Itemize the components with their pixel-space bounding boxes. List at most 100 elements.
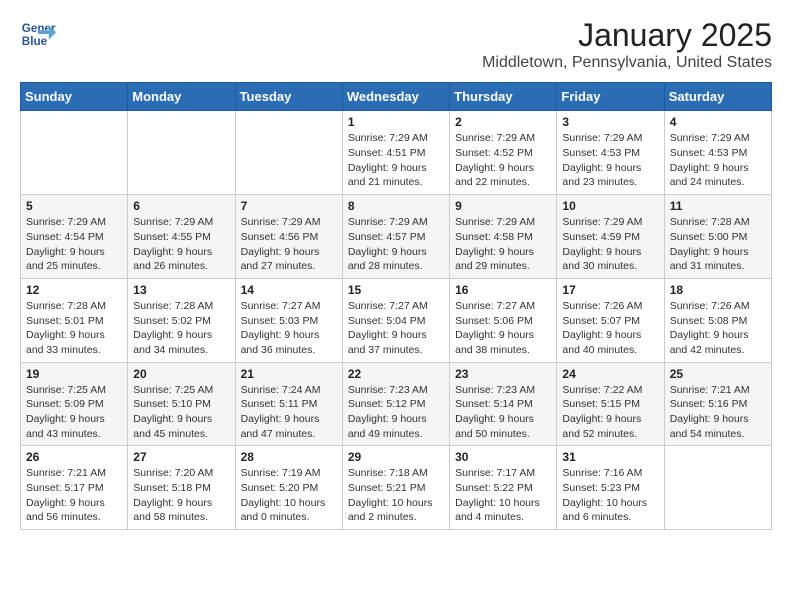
page-header: General Blue January 2025 Middletown, Pe… — [20, 16, 772, 72]
day-info: Sunrise: 7:29 AMSunset: 4:52 PMDaylight:… — [455, 131, 551, 190]
table-row: 1 Sunrise: 7:29 AMSunset: 4:51 PMDaylight… — [342, 111, 449, 195]
day-number: 22 — [348, 367, 444, 381]
day-info: Sunrise: 7:29 AMSunset: 4:55 PMDaylight:… — [133, 215, 229, 274]
table-row: 31Sunrise: 7:16 AMSunset: 5:23 PMDayligh… — [557, 446, 664, 530]
calendar-week-row: 12Sunrise: 7:28 AMSunset: 5:01 PMDayligh… — [21, 278, 772, 362]
table-row: 13 Sunrise: 7:28 AMSunset: 5:02 PMDayligh… — [128, 278, 235, 362]
table-row: 30 Sunrise: 7:17 AMSunset: 5:22 PMDayligh… — [450, 446, 557, 530]
header-sunday: Sunday — [21, 83, 128, 111]
title-block: January 2025 Middletown, Pennsylvania, U… — [482, 16, 772, 72]
day-number: 28 — [241, 450, 337, 464]
day-info: Sunrise: 7:26 AMSunset: 5:07 PMDaylight:… — [562, 299, 658, 358]
table-row: 12Sunrise: 7:28 AMSunset: 5:01 PMDayligh… — [21, 278, 128, 362]
day-info: Sunrise: 7:25 AMSunset: 5:10 PMDaylight:… — [133, 383, 229, 442]
day-number: 26 — [26, 450, 122, 464]
day-info: Sunrise: 7:22 AMSunset: 5:15 PMDaylight:… — [562, 383, 658, 442]
day-number: 6 — [133, 199, 229, 213]
calendar-week-row: 1 Sunrise: 7:29 AMSunset: 4:51 PMDaylight… — [21, 111, 772, 195]
day-number: 5 — [26, 199, 122, 213]
day-number: 29 — [348, 450, 444, 464]
header-thursday: Thursday — [450, 83, 557, 111]
day-number: 17 — [562, 283, 658, 297]
table-row: 22Sunrise: 7:23 AMSunset: 5:12 PMDayligh… — [342, 362, 449, 446]
table-row: 14 Sunrise: 7:27 AMSunset: 5:03 PMDayligh… — [235, 278, 342, 362]
day-number: 30 — [455, 450, 551, 464]
table-row: 25 Sunrise: 7:21 AMSunset: 5:16 PMDayligh… — [664, 362, 771, 446]
day-info: Sunrise: 7:29 AMSunset: 4:53 PMDaylight:… — [670, 131, 766, 190]
day-info: Sunrise: 7:27 AMSunset: 5:03 PMDaylight:… — [241, 299, 337, 358]
day-number: 25 — [670, 367, 766, 381]
calendar-week-row: 26 Sunrise: 7:21 AMSunset: 5:17 PMDayligh… — [21, 446, 772, 530]
day-info: Sunrise: 7:25 AMSunset: 5:09 PMDaylight:… — [26, 383, 122, 442]
day-info: Sunrise: 7:17 AMSunset: 5:22 PMDaylight:… — [455, 466, 551, 525]
day-info: Sunrise: 7:23 AMSunset: 5:14 PMDaylight:… — [455, 383, 551, 442]
day-number: 12 — [26, 283, 122, 297]
day-number: 13 — [133, 283, 229, 297]
table-row — [21, 111, 128, 195]
day-number: 20 — [133, 367, 229, 381]
day-number: 16 — [455, 283, 551, 297]
day-number: 8 — [348, 199, 444, 213]
day-info: Sunrise: 7:29 AMSunset: 4:53 PMDaylight:… — [562, 131, 658, 190]
table-row: 5 Sunrise: 7:29 AMSunset: 4:54 PMDaylight… — [21, 195, 128, 279]
day-info: Sunrise: 7:28 AMSunset: 5:00 PMDaylight:… — [670, 215, 766, 274]
calendar-title: January 2025 — [482, 16, 772, 54]
day-info: Sunrise: 7:29 AMSunset: 4:57 PMDaylight:… — [348, 215, 444, 274]
day-number: 15 — [348, 283, 444, 297]
table-row: 19 Sunrise: 7:25 AMSunset: 5:09 PMDayligh… — [21, 362, 128, 446]
day-number: 21 — [241, 367, 337, 381]
table-row: 6 Sunrise: 7:29 AMSunset: 4:55 PMDaylight… — [128, 195, 235, 279]
table-row — [128, 111, 235, 195]
header-saturday: Saturday — [664, 83, 771, 111]
table-row: 15 Sunrise: 7:27 AMSunset: 5:04 PMDayligh… — [342, 278, 449, 362]
day-number: 2 — [455, 115, 551, 129]
table-row: 18Sunrise: 7:26 AMSunset: 5:08 PMDayligh… — [664, 278, 771, 362]
table-row: 2 Sunrise: 7:29 AMSunset: 4:52 PMDaylight… — [450, 111, 557, 195]
header-wednesday: Wednesday — [342, 83, 449, 111]
table-row: 3 Sunrise: 7:29 AMSunset: 4:53 PMDaylight… — [557, 111, 664, 195]
day-info: Sunrise: 7:18 AMSunset: 5:21 PMDaylight:… — [348, 466, 444, 525]
day-number: 14 — [241, 283, 337, 297]
table-row: 10 Sunrise: 7:29 AMSunset: 4:59 PMDayligh… — [557, 195, 664, 279]
table-row: 29 Sunrise: 7:18 AMSunset: 5:21 PMDayligh… — [342, 446, 449, 530]
table-row: 21Sunrise: 7:24 AMSunset: 5:11 PMDayligh… — [235, 362, 342, 446]
day-info: Sunrise: 7:29 AMSunset: 4:58 PMDaylight:… — [455, 215, 551, 274]
day-number: 1 — [348, 115, 444, 129]
day-number: 23 — [455, 367, 551, 381]
svg-text:Blue: Blue — [22, 35, 48, 48]
table-row: 27Sunrise: 7:20 AMSunset: 5:18 PMDayligh… — [128, 446, 235, 530]
day-number: 19 — [26, 367, 122, 381]
day-info: Sunrise: 7:29 AMSunset: 4:59 PMDaylight:… — [562, 215, 658, 274]
day-info: Sunrise: 7:21 AMSunset: 5:16 PMDaylight:… — [670, 383, 766, 442]
calendar-table: Sunday Monday Tuesday Wednesday Thursday… — [20, 82, 772, 530]
day-info: Sunrise: 7:29 AMSunset: 4:56 PMDaylight:… — [241, 215, 337, 274]
table-row: 20 Sunrise: 7:25 AMSunset: 5:10 PMDayligh… — [128, 362, 235, 446]
day-number: 10 — [562, 199, 658, 213]
day-info: Sunrise: 7:27 AMSunset: 5:06 PMDaylight:… — [455, 299, 551, 358]
day-number: 7 — [241, 199, 337, 213]
table-row: 24Sunrise: 7:22 AMSunset: 5:15 PMDayligh… — [557, 362, 664, 446]
header-tuesday: Tuesday — [235, 83, 342, 111]
day-number: 4 — [670, 115, 766, 129]
day-info: Sunrise: 7:29 AMSunset: 4:54 PMDaylight:… — [26, 215, 122, 274]
table-row: 28 Sunrise: 7:19 AMSunset: 5:20 PMDayligh… — [235, 446, 342, 530]
table-row: 26 Sunrise: 7:21 AMSunset: 5:17 PMDayligh… — [21, 446, 128, 530]
weekday-header-row: Sunday Monday Tuesday Wednesday Thursday… — [21, 83, 772, 111]
table-row: 16 Sunrise: 7:27 AMSunset: 5:06 PMDayligh… — [450, 278, 557, 362]
day-info: Sunrise: 7:28 AMSunset: 5:02 PMDaylight:… — [133, 299, 229, 358]
table-row: 23 Sunrise: 7:23 AMSunset: 5:14 PMDayligh… — [450, 362, 557, 446]
day-number: 11 — [670, 199, 766, 213]
header-friday: Friday — [557, 83, 664, 111]
day-number: 3 — [562, 115, 658, 129]
calendar-week-row: 5 Sunrise: 7:29 AMSunset: 4:54 PMDaylight… — [21, 195, 772, 279]
day-info: Sunrise: 7:27 AMSunset: 5:04 PMDaylight:… — [348, 299, 444, 358]
day-info: Sunrise: 7:19 AMSunset: 5:20 PMDaylight:… — [241, 466, 337, 525]
day-number: 9 — [455, 199, 551, 213]
table-row: 8 Sunrise: 7:29 AMSunset: 4:57 PMDaylight… — [342, 195, 449, 279]
day-info: Sunrise: 7:16 AMSunset: 5:23 PMDaylight:… — [562, 466, 658, 525]
day-info: Sunrise: 7:29 AMSunset: 4:51 PMDaylight:… — [348, 131, 444, 190]
day-info: Sunrise: 7:21 AMSunset: 5:17 PMDaylight:… — [26, 466, 122, 525]
calendar-week-row: 19 Sunrise: 7:25 AMSunset: 5:09 PMDayligh… — [21, 362, 772, 446]
day-number: 18 — [670, 283, 766, 297]
calendar-subtitle: Middletown, Pennsylvania, United States — [482, 54, 772, 72]
